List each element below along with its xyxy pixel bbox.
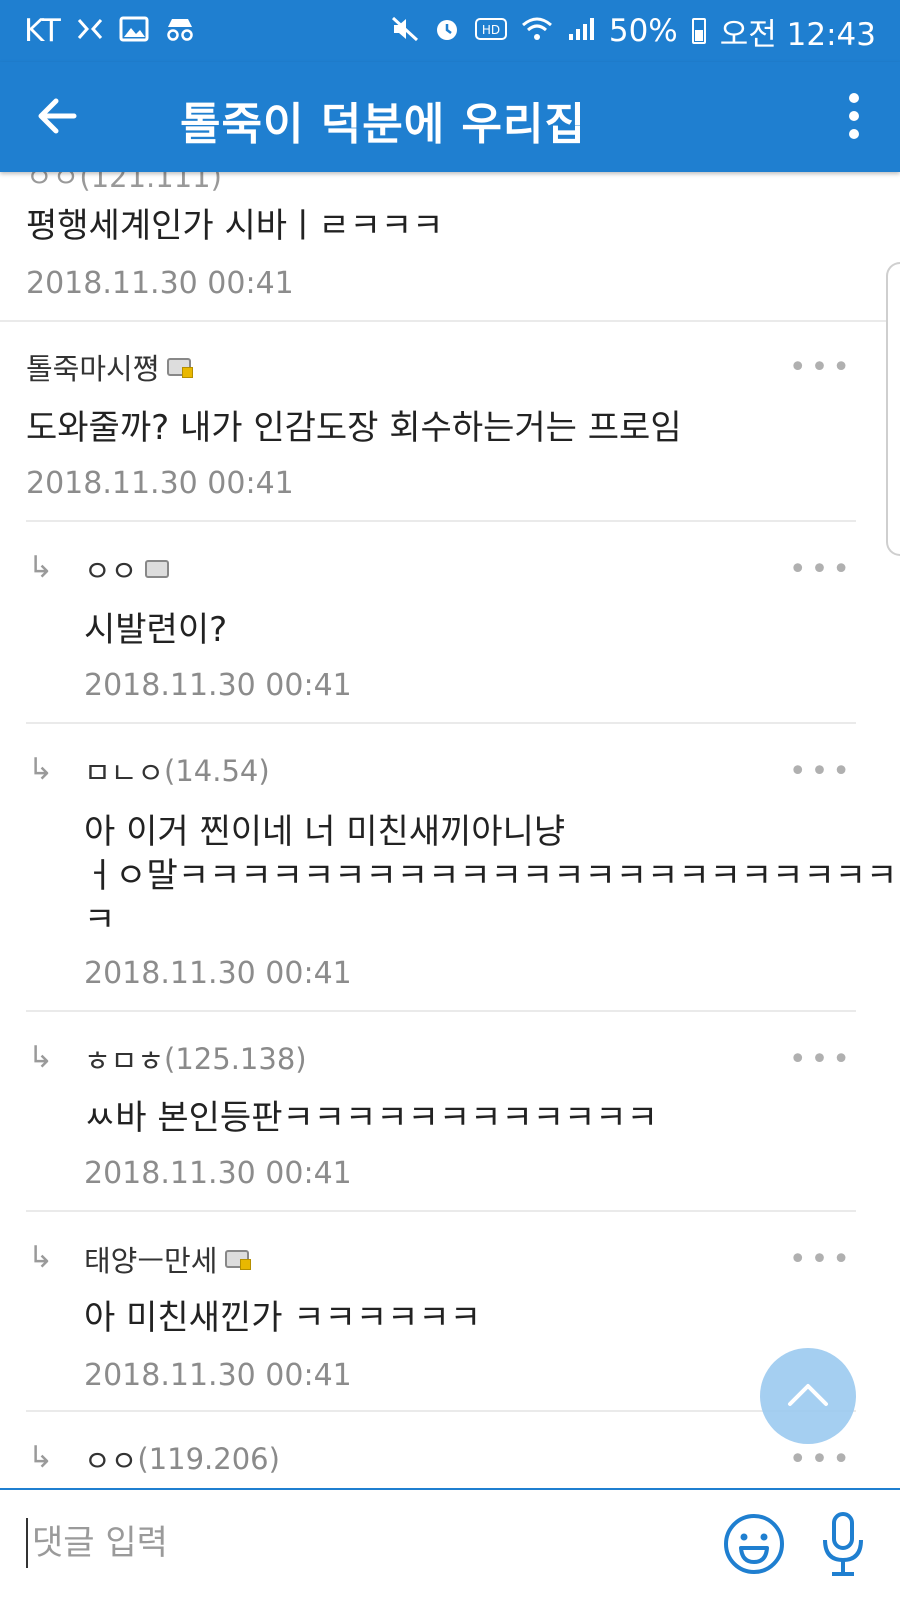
comment-author-name[interactable]: 톨죽마시쪙: [26, 346, 159, 388]
comment-text: 시발련이?: [84, 610, 228, 650]
member-badge-icon: [225, 1250, 252, 1270]
comment-author[interactable]: ㅇㅇ: [84, 548, 170, 590]
comment-date: 2018.11.30 00:41: [84, 1358, 352, 1393]
app-bar: 톨죽이 덕분에 우리집: [0, 62, 900, 172]
wifi-icon: [521, 16, 553, 47]
more-vert-icon: [849, 93, 859, 139]
comment-input-bar: [0, 1488, 900, 1600]
comment-date: 2018.11.30 00:41: [26, 466, 294, 501]
comment-author: ㅇㅇ: [26, 172, 80, 194]
voice-input-button[interactable]: [820, 1510, 866, 1580]
back-arrow-icon: [38, 98, 77, 134]
mic-icon: [823, 1512, 863, 1576]
divider: [26, 722, 856, 724]
emoji-button[interactable]: [722, 1512, 786, 1576]
page-title: 톨죽이 덕분에 우리집: [180, 99, 586, 150]
comment-author-name[interactable]: ㅎㅁㅎ: [84, 1038, 164, 1080]
comment-more-button[interactable]: •••: [789, 1442, 854, 1477]
chevron-up-icon: [788, 1384, 828, 1406]
divider: [0, 320, 900, 322]
comment-more-button[interactable]: •••: [789, 754, 854, 789]
comment-date: 2018.11.30 00:41: [84, 956, 352, 991]
reply-arrow-icon: ↳: [28, 1040, 54, 1075]
comment-ip: (119.206): [137, 1442, 280, 1476]
member-badge-icon: [167, 358, 194, 378]
reply-arrow-icon: ↳: [28, 1240, 54, 1275]
emoji-icon: [724, 1514, 784, 1574]
image-icon: [119, 16, 149, 47]
scroll-to-top-button[interactable]: [760, 1348, 856, 1444]
status-bar: KT HD 50% 오전 12:43: [0, 0, 900, 62]
battery-icon: [691, 18, 706, 44]
comment-ip: (125.138): [164, 1042, 307, 1076]
divider: [26, 1210, 856, 1212]
battery-percent: 50%: [608, 13, 678, 49]
hd-icon: HD: [474, 17, 507, 45]
comment-author-name[interactable]: 태양ㅡ만세: [84, 1238, 217, 1280]
status-bar-right: HD 50% 오전 12:43: [391, 9, 876, 54]
comment-author[interactable]: 톨죽마시쪙: [26, 346, 194, 388]
comment-text-line: ㅓㅇ말ㅋㅋㅋㅋㅋㅋㅋㅋㅋㅋㅋㅋㅋㅋㅋㅋㅋㅋㅋㅋㅋㅋㅋ: [84, 856, 898, 896]
comment-ip: (121.111): [79, 172, 222, 194]
svg-text:HD: HD: [482, 23, 500, 37]
comment-more-button[interactable]: •••: [789, 350, 854, 385]
comment-more-button[interactable]: •••: [789, 552, 854, 587]
comment-input[interactable]: [30, 1510, 674, 1576]
comment-author[interactable]: ㅁㄴㅇ (14.54): [84, 750, 270, 792]
comment-author[interactable]: 태양ㅡ만세: [84, 1238, 252, 1280]
comment-author-name[interactable]: ㅁㄴㅇ: [84, 750, 164, 792]
divider: [26, 1010, 856, 1012]
comment-date: 2018.11.30 00:41: [26, 266, 294, 301]
text-caret: [26, 1518, 28, 1568]
divider: [26, 1410, 856, 1412]
mute-icon: [391, 16, 419, 47]
signal-icon: [567, 16, 595, 47]
comment-text: 평행세계인가 시바ㅣㄹㅋㅋㅋ: [26, 206, 444, 246]
comment-more-button[interactable]: •••: [789, 1042, 854, 1077]
comment-author[interactable]: ㅎㅁㅎ (125.138): [84, 1038, 307, 1080]
comment-text-line: ㅋ: [84, 900, 116, 940]
mobile-data-icon: [75, 16, 105, 47]
divider: [26, 520, 856, 522]
incognito-icon: [163, 16, 197, 47]
comment-text: 아 미친새낀가 ㅋㅋㅋㅋㅋㅋ: [84, 1298, 481, 1338]
member-badge-icon: [145, 560, 170, 578]
comment-text: 도와줄까? 내가 인감도장 회수하는거는 프로임: [26, 408, 682, 448]
more-options-button[interactable]: [836, 90, 872, 142]
clock: 오전 12:43: [719, 16, 876, 53]
comment-text: ㅆ바 본인등판ㅋㅋㅋㅋㅋㅋㅋㅋㅋㅋㅋㅋ: [84, 1098, 658, 1138]
reply-arrow-icon: ↳: [28, 752, 54, 787]
reply-arrow-icon: ↳: [28, 1440, 54, 1475]
alarm-icon: [433, 15, 461, 48]
comment-author-name[interactable]: ㅇㅇ: [84, 1438, 137, 1480]
comment-author[interactable]: ㅇㅇ (119.206): [84, 1438, 280, 1480]
scroll-edge-handle[interactable]: [886, 262, 900, 556]
comment-date: 2018.11.30 00:41: [84, 668, 352, 703]
reply-arrow-icon: ↳: [28, 550, 54, 585]
comment-more-button[interactable]: •••: [789, 1242, 854, 1277]
comment-author-name[interactable]: ㅇㅇ: [84, 548, 137, 590]
partial-comment-header: ㅇㅇ(121.111): [26, 172, 222, 196]
comment-list[interactable]: ㅇㅇ(121.111) 평행세계인가 시바ㅣㄹㅋㅋㅋ 2018.11.30 00…: [0, 172, 900, 1488]
comment-ip: (14.54): [164, 754, 270, 788]
back-button[interactable]: [30, 86, 90, 146]
carrier-label: KT: [24, 13, 61, 49]
status-bar-left: KT: [24, 13, 197, 49]
comment-text-line: 아 이거 찐이네 너 미친새끼아니냥: [84, 812, 566, 852]
comment-date: 2018.11.30 00:41: [84, 1156, 352, 1191]
